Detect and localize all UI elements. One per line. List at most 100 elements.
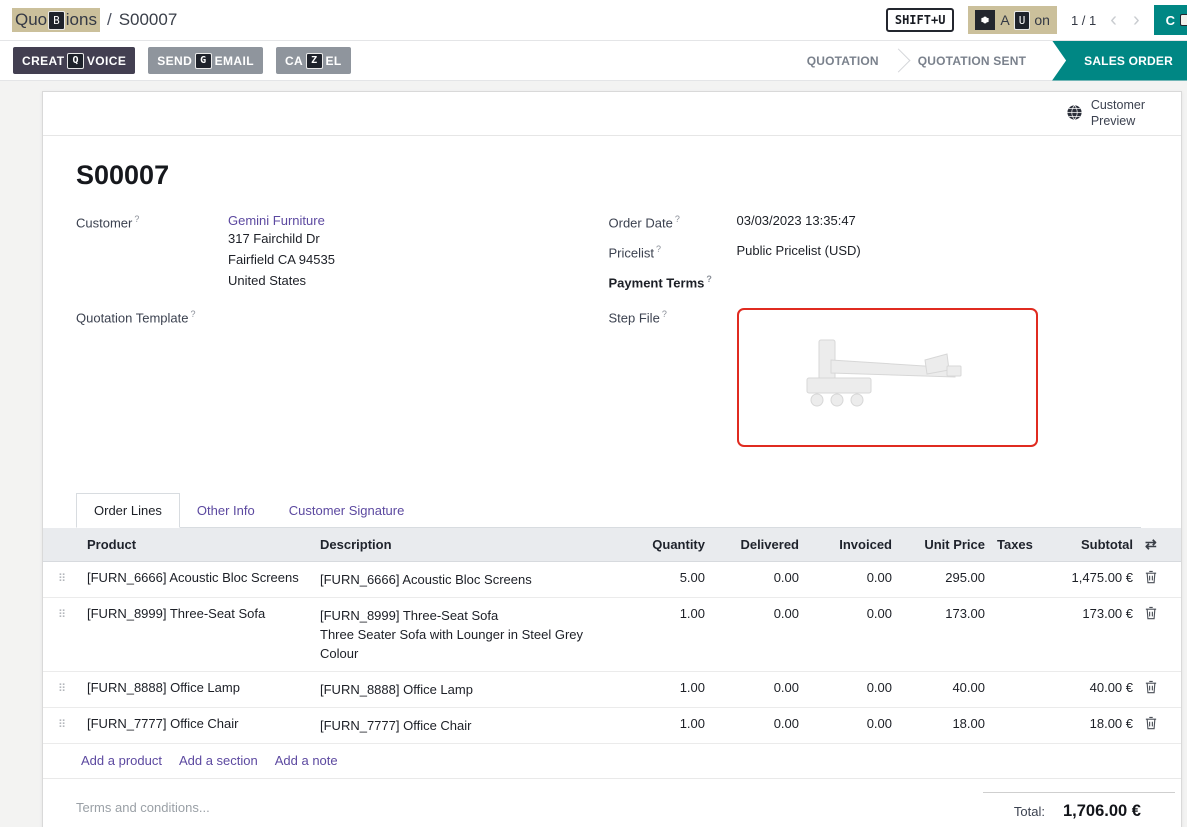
column-subtotal[interactable]: Subtotal <box>1039 528 1139 562</box>
pager-counter: 1 / 1 <box>1071 13 1096 28</box>
breadcrumb-quotations-link[interactable]: Quo B ions <box>12 8 100 32</box>
create-button-label: C <box>1166 13 1175 28</box>
cell-quantity[interactable]: 1.00 <box>619 598 711 672</box>
cell-taxes[interactable] <box>991 672 1039 708</box>
drag-handle-icon[interactable]: ⠿ <box>58 609 66 621</box>
step-file-image[interactable] <box>737 308 1038 447</box>
topbar-right: SHIFT+U A U on 1 / 1 ‹ › C <box>886 5 1187 35</box>
shortcut-hint-badge: SHIFT+U <box>886 8 955 32</box>
cell-taxes[interactable] <box>991 708 1039 744</box>
payment-terms-label: Payment Terms? <box>609 273 737 290</box>
order-line-row[interactable]: ⠿ [FURN_6666] Acoustic Bloc Screens [FUR… <box>43 562 1181 598</box>
pager-nav: ‹ › <box>1110 10 1139 30</box>
cell-taxes[interactable] <box>991 598 1039 672</box>
optional-columns-icon[interactable]: ⇄ <box>1145 536 1157 552</box>
breadcrumb-separator: / <box>107 10 112 30</box>
add-section-link[interactable]: Add a section <box>179 753 258 768</box>
order-line-row[interactable]: ⠿ [FURN_8999] Three-Seat Sofa [FURN_8999… <box>43 598 1181 672</box>
drag-handle-icon[interactable]: ⠿ <box>58 719 66 731</box>
pricelist-value[interactable]: Public Pricelist (USD) <box>737 243 861 258</box>
tab-other-info[interactable]: Other Info <box>180 494 272 527</box>
cell-invoiced[interactable]: 0.00 <box>805 672 898 708</box>
cell-description[interactable]: [FURN_8999] Three-Seat Sofa Three Seater… <box>314 598 619 672</box>
order-date-value[interactable]: 03/03/2023 13:35:47 <box>737 213 856 228</box>
description-line: [FURN_6666] Acoustic Bloc Screens <box>320 570 613 589</box>
column-invoiced[interactable]: Invoiced <box>805 528 898 562</box>
cell-invoiced[interactable]: 0.00 <box>805 598 898 672</box>
send-email-button[interactable]: SEND G EMAIL <box>148 47 263 74</box>
tab-customer-signature[interactable]: Customer Signature <box>272 494 422 527</box>
line-add-links: Add a product Add a section Add a note <box>43 744 1181 779</box>
cell-quantity[interactable]: 1.00 <box>619 672 711 708</box>
cell-taxes[interactable] <box>991 562 1039 598</box>
order-line-row[interactable]: ⠿ [FURN_8888] Office Lamp [FURN_8888] Of… <box>43 672 1181 708</box>
help-icon: ? <box>662 309 667 319</box>
column-description[interactable]: Description <box>314 528 619 562</box>
cell-description[interactable]: [FURN_7777] Office Chair <box>314 708 619 744</box>
cell-unit-price[interactable]: 40.00 <box>898 672 991 708</box>
help-icon: ? <box>656 244 661 254</box>
drag-handle-icon[interactable]: ⠿ <box>58 683 66 695</box>
description-line: [FURN_8999] Three-Seat Sofa <box>320 606 613 625</box>
column-unit-price[interactable]: Unit Price <box>898 528 991 562</box>
column-taxes[interactable]: Taxes <box>991 528 1039 562</box>
add-product-link[interactable]: Add a product <box>81 753 162 768</box>
column-delivered[interactable]: Delivered <box>711 528 805 562</box>
total-label: Total: <box>1014 804 1045 819</box>
cell-delivered[interactable]: 0.00 <box>711 672 805 708</box>
header-options: ⇄ <box>1139 528 1181 562</box>
cell-invoiced[interactable]: 0.00 <box>805 708 898 744</box>
stage-quotation[interactable]: QUOTATION <box>791 41 895 81</box>
cell-product[interactable]: [FURN_6666] Acoustic Bloc Screens <box>81 562 314 598</box>
cell-description[interactable]: [FURN_8888] Office Lamp <box>314 672 619 708</box>
notebook-tabs: Order Lines Other Info Customer Signatur… <box>76 493 1141 528</box>
cell-unit-price[interactable]: 18.00 <box>898 708 991 744</box>
cell-delivered[interactable]: 0.00 <box>711 708 805 744</box>
customer-link[interactable]: Gemini Furniture <box>228 213 325 228</box>
pager-previous-icon[interactable]: ‹ <box>1110 10 1117 30</box>
action-buttons: CREAT Q VOICE SEND G EMAIL CA Z EL <box>13 47 351 74</box>
cell-invoiced[interactable]: 0.00 <box>805 562 898 598</box>
create-invoice-button[interactable]: CREAT Q VOICE <box>13 47 135 74</box>
cell-delivered[interactable]: 0.00 <box>711 562 805 598</box>
tab-order-lines[interactable]: Order Lines <box>76 493 180 528</box>
order-date-label: Order Date? <box>609 213 737 230</box>
customer-preview-button[interactable]: Customer Preview <box>1066 98 1145 129</box>
shortcut-badge-b: B <box>48 11 65 30</box>
stage-quotation-sent[interactable]: QUOTATION SENT <box>902 41 1042 81</box>
description-line: [FURN_8888] Office Lamp <box>320 680 613 699</box>
create-button[interactable]: C <box>1154 5 1187 35</box>
cell-quantity[interactable]: 5.00 <box>619 562 711 598</box>
delete-row-icon[interactable] <box>1145 606 1157 623</box>
customer-address-line: 317 Fairchild Dr <box>228 228 335 249</box>
cell-product[interactable]: [FURN_8888] Office Lamp <box>81 672 314 708</box>
cell-unit-price[interactable]: 173.00 <box>898 598 991 672</box>
globe-icon <box>1066 104 1083 124</box>
quotation-template-label: Quotation Template? <box>76 308 228 325</box>
shortcut-badge-z: Z <box>306 53 322 69</box>
customer-label: Customer? <box>76 213 228 230</box>
gear-icon <box>975 10 995 30</box>
record-title[interactable]: S00007 <box>76 160 1141 191</box>
delete-row-icon[interactable] <box>1145 716 1157 733</box>
table-header-row: Product Description Quantity Delivered I… <box>43 528 1181 562</box>
column-quantity[interactable]: Quantity <box>619 528 711 562</box>
delete-row-icon[interactable] <box>1145 570 1157 587</box>
cell-unit-price[interactable]: 295.00 <box>898 562 991 598</box>
terms-placeholder-input[interactable]: Terms and conditions... <box>76 792 210 815</box>
help-icon: ? <box>191 309 196 319</box>
cell-product[interactable]: [FURN_8999] Three-Seat Sofa <box>81 598 314 672</box>
cancel-button[interactable]: CA Z EL <box>276 47 351 74</box>
cell-description[interactable]: [FURN_6666] Acoustic Bloc Screens <box>314 562 619 598</box>
cell-product[interactable]: [FURN_7777] Office Chair <box>81 708 314 744</box>
delete-row-icon[interactable] <box>1145 680 1157 697</box>
stage-sales-order[interactable]: SALES ORDER <box>1052 41 1187 81</box>
drag-handle-icon[interactable]: ⠿ <box>58 573 66 585</box>
cell-quantity[interactable]: 1.00 <box>619 708 711 744</box>
order-line-row[interactable]: ⠿ [FURN_7777] Office Chair [FURN_7777] O… <box>43 708 1181 744</box>
pager-next-icon[interactable]: › <box>1133 10 1140 30</box>
cell-delivered[interactable]: 0.00 <box>711 598 805 672</box>
add-note-link[interactable]: Add a note <box>275 753 338 768</box>
action-menu-button[interactable]: A U on <box>968 6 1057 34</box>
column-product[interactable]: Product <box>81 528 314 562</box>
